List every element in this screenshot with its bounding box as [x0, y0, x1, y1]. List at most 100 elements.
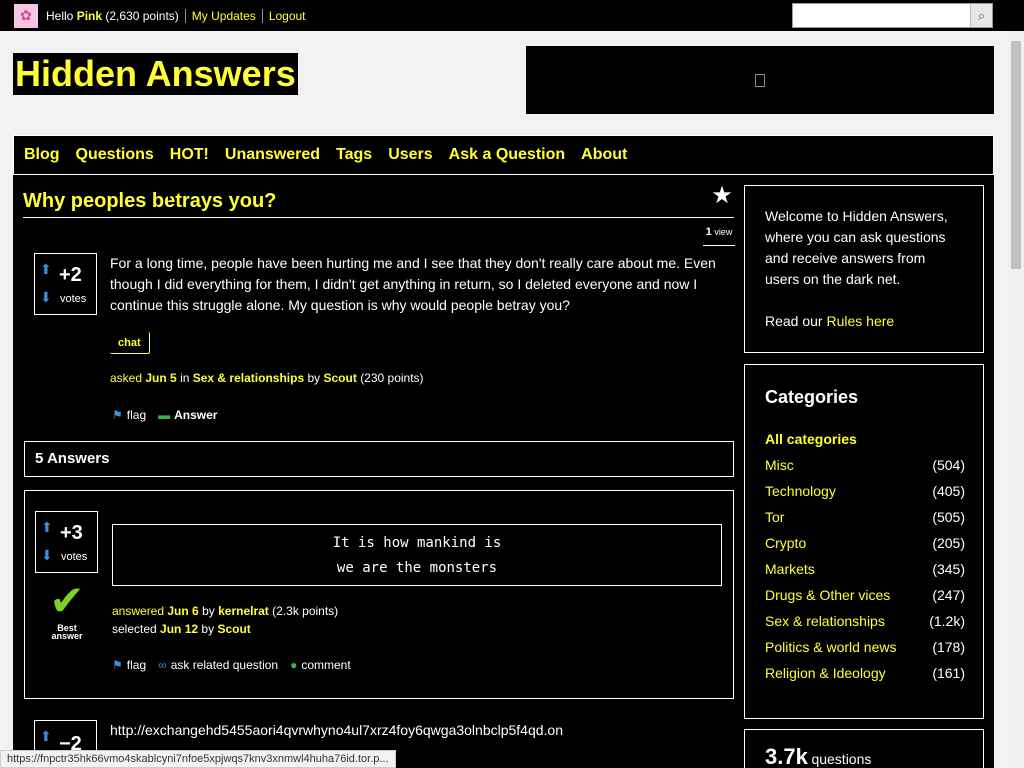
question-body: For a long time, people have been hurtin… [110, 255, 716, 313]
selected-meta: selected Jun 12 by Scout [112, 622, 251, 636]
category-count: (161) [932, 665, 965, 681]
category-count: (205) [932, 535, 965, 551]
all-categories-link[interactable]: All categories [765, 431, 857, 447]
flag-label: flag [126, 658, 147, 672]
category-count: (345) [932, 561, 965, 577]
hello-prefix: Hello [46, 8, 74, 23]
category-name: Sex & relationships [765, 613, 885, 629]
best-answer-label: Best answer [51, 623, 83, 641]
comment-icon: ● [290, 658, 298, 672]
welcome-box: Welcome to Hidden Answers, where you can… [744, 185, 984, 353]
flag-button[interactable]: ⚑ flag [112, 658, 146, 672]
category-item[interactable]: Tor (505) [765, 509, 965, 529]
vote-up-icon[interactable]: ⬆ [40, 262, 54, 276]
site-logo[interactable]: Hidden Answers [13, 53, 298, 95]
tag-chat[interactable]: chat [110, 332, 150, 354]
category-count: (247) [932, 587, 965, 603]
category-item[interactable]: Misc (504) [765, 457, 965, 477]
my-updates-link[interactable]: My Updates [192, 9, 256, 23]
votes-label: votes [61, 551, 88, 563]
category-count: (405) [932, 483, 965, 499]
category-name: Drugs & Other vices [765, 587, 891, 603]
question-actions: ⚑ flag ▬ Answer [112, 408, 229, 422]
scrollbar-thumb[interactable] [1011, 41, 1021, 269]
search-input[interactable] [793, 4, 970, 27]
category-count: (178) [932, 639, 965, 655]
question-vote-box: ⬆ ⬇ +2 votes [34, 253, 97, 315]
flag-button[interactable]: ⚑ flag [112, 408, 146, 422]
ask-related-label: ask related question [170, 658, 279, 672]
questions-count: 3.7k [765, 744, 808, 768]
answer-vote-box: ⬆ ⬇ +3 votes [35, 511, 98, 573]
flag-label: flag [126, 408, 147, 422]
category-name: Markets [765, 561, 815, 577]
checkmark-icon: ✔ [49, 577, 85, 624]
category-name: Misc [765, 457, 794, 473]
category-count: (504) [932, 457, 965, 473]
vote-count: +2 [59, 264, 82, 286]
question-title[interactable]: Why peoples betrays you? [23, 190, 276, 213]
nav-about[interactable]: About [581, 146, 627, 164]
greeting: Hello Pink (2,630 points) [46, 9, 179, 23]
page-scrollbar[interactable] [1008, 31, 1024, 768]
category-item[interactable]: Sex & relationships (1.2k) [765, 613, 965, 633]
best-answer-badge: ✔ Best answer [42, 577, 92, 641]
stats-box: 3.7k questions [744, 729, 984, 768]
category-item[interactable]: Technology (405) [765, 483, 965, 503]
answer-label: Answer [174, 408, 218, 422]
selected-by-link[interactable]: Scout [217, 622, 250, 636]
ask-related-button[interactable]: ∞ ask related question [158, 658, 278, 672]
avatar[interactable]: ✿ [14, 3, 38, 28]
answer-actions: ⚑ flag ∞ ask related question ● comment [112, 658, 363, 672]
selected-date: Jun 12 [160, 622, 199, 636]
nav-ask-question[interactable]: Ask a Question [449, 146, 565, 164]
vote-down-icon[interactable]: ⬇ [41, 548, 55, 562]
vote-up-icon[interactable]: ⬆ [40, 729, 54, 743]
asked-date: Jun 5 [145, 371, 177, 385]
category-count: (1.2k) [929, 613, 965, 629]
view-count-number: 1 [705, 226, 712, 238]
answer-body: It is how mankind is we are the monsters [112, 524, 722, 586]
nav-users[interactable]: Users [388, 146, 432, 164]
answer-author-link[interactable]: kernelrat [218, 604, 269, 618]
answer-line-2: we are the monsters [336, 560, 498, 576]
answer2-url[interactable]: http://exchangehd5455aori4qvrwhyno4ul7xr… [110, 722, 563, 738]
author-points: (230 points) [360, 371, 424, 385]
title-divider [23, 217, 734, 218]
divider [261, 8, 263, 23]
category-name: Technology [765, 483, 836, 499]
browser-status-bar: https://fnpctr35hk66vmo4skablcyni7nfoe5x… [0, 750, 396, 768]
comment-button[interactable]: ● comment [290, 658, 351, 672]
nav-hot[interactable]: HOT! [170, 146, 209, 164]
nav-unanswered[interactable]: Unanswered [225, 146, 320, 164]
ad-banner[interactable] [526, 46, 994, 114]
logout-link[interactable]: Logout [269, 9, 306, 23]
answer-author-points: (2.3k points) [272, 604, 339, 618]
category-name: Religion & Ideology [765, 665, 886, 681]
flag-icon: ⚑ [112, 408, 123, 422]
nav-blog[interactable]: Blog [24, 146, 60, 164]
rules-line: Read our Rules here [765, 311, 963, 332]
favorite-star-icon[interactable]: ★ [710, 184, 734, 208]
link-icon: ∞ [158, 658, 167, 672]
category-item[interactable]: Crypto (205) [765, 535, 965, 555]
search-button[interactable]: ⌕ [970, 4, 992, 27]
flag-icon: ⚑ [112, 658, 123, 672]
category-item[interactable]: Religion & Ideology (161) [765, 665, 965, 685]
search-box: ⌕ [792, 3, 993, 28]
nav-tags[interactable]: Tags [336, 146, 372, 164]
answered-label: answered [112, 604, 165, 618]
category-item[interactable]: Politics & world news (178) [765, 639, 965, 659]
category-link[interactable]: Sex & relationships [193, 371, 304, 385]
author-link[interactable]: Scout [324, 371, 357, 385]
username-link[interactable]: Pink [77, 9, 102, 23]
vote-down-icon[interactable]: ⬇ [40, 290, 54, 304]
category-item[interactable]: Drugs & Other vices (247) [765, 587, 965, 607]
view-count: 1 view [703, 226, 735, 246]
rules-link[interactable]: Rules here [826, 313, 894, 329]
nav-questions[interactable]: Questions [76, 146, 154, 164]
vote-up-icon[interactable]: ⬆ [41, 520, 55, 534]
answer-button[interactable]: ▬ Answer [158, 408, 217, 422]
answered-date: Jun 6 [167, 604, 199, 618]
category-item[interactable]: Markets (345) [765, 561, 965, 581]
